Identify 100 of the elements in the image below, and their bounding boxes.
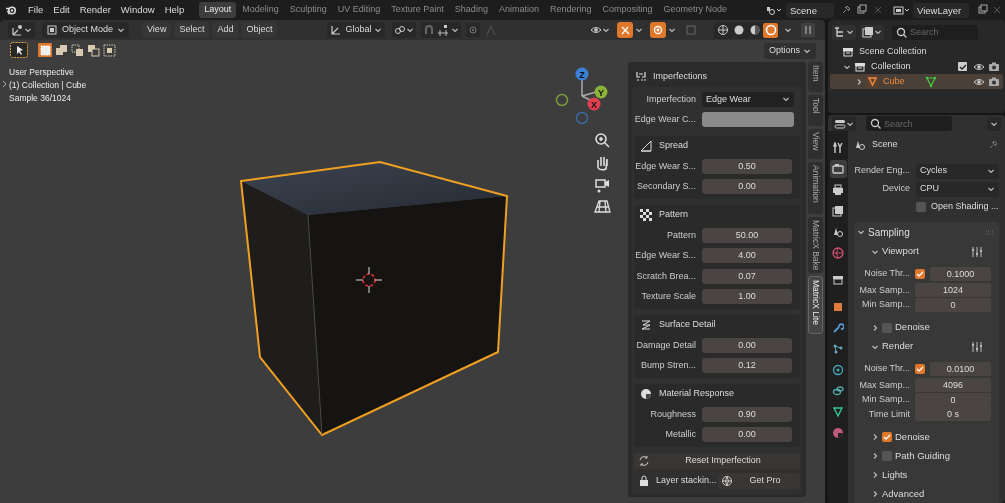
menu-button[interactable]: View [142, 22, 172, 38]
subpanel-header[interactable]: Advanced [857, 484, 995, 503]
number-field[interactable]: 0.07 [702, 268, 792, 284]
editor-type-button[interactable] [832, 116, 856, 131]
workspace-tab[interactable]: Texture Paint [386, 2, 449, 18]
checkbox[interactable] [882, 322, 892, 333]
number-field[interactable]: 1024 [915, 283, 991, 298]
sidebar-tab[interactable]: MatricX Lite [808, 276, 823, 334]
editor-type-button[interactable] [8, 22, 35, 38]
copy-icon[interactable] [856, 4, 868, 16]
view-layer-field[interactable]: ViewLayer [913, 2, 969, 18]
selection-mode-button[interactable] [102, 43, 116, 57]
workspace-tab[interactable]: Shading [449, 2, 493, 18]
menu-button[interactable]: Select [174, 22, 210, 38]
pivot-button[interactable] [392, 22, 417, 38]
overlays-toggle[interactable] [650, 22, 678, 38]
dropdown[interactable]: Edge Wear [702, 91, 794, 107]
outliner-item[interactable]: Scene Collection [830, 44, 1003, 59]
sidebar-tab[interactable]: Tool [808, 95, 823, 126]
gizmos-toggle[interactable] [617, 22, 645, 38]
subpanel-header[interactable]: Viewport [857, 242, 995, 261]
mode-dropdown[interactable]: Object Mode [42, 22, 130, 38]
number-field[interactable]: 0 s [915, 407, 991, 422]
subpanel-header[interactable]: Lights [857, 465, 995, 485]
view-layer-icon[interactable] [892, 4, 910, 16]
get-pro-button[interactable]: Get Pro [718, 473, 800, 489]
number-field[interactable]: 0.50 [702, 158, 792, 174]
number-field[interactable]: 0.00 [702, 427, 792, 443]
checkbox[interactable] [915, 363, 925, 374]
number-field[interactable]: 1.00 [702, 289, 792, 305]
rendered-shading-button[interactable] [763, 22, 778, 38]
workspace-tab[interactable]: UV Editing [332, 2, 386, 18]
workspace-tab[interactable]: Rendering [544, 2, 597, 18]
scene-field[interactable]: Scene [786, 2, 834, 18]
reset-button[interactable]: Reset Imperfection [634, 453, 800, 469]
workspace-tab[interactable]: Animation [493, 2, 544, 18]
checkbox[interactable] [882, 432, 892, 442]
number-field[interactable]: 0.00 [702, 179, 792, 195]
search-field[interactable]: Search [892, 24, 978, 40]
number-field[interactable]: 4096 [915, 378, 991, 393]
filter-button[interactable] [860, 24, 884, 40]
sidebar-tab[interactable]: Item [808, 62, 823, 92]
subpanel-header[interactable]: Denoise [857, 427, 995, 447]
presets-icon[interactable] [971, 340, 983, 353]
menu-button[interactable]: Object [241, 22, 278, 38]
display-mode-button[interactable] [832, 24, 856, 40]
orientation-dropdown[interactable]: Global [327, 22, 386, 38]
menu-button[interactable]: Add [212, 22, 239, 38]
number-field[interactable]: 4.00 [702, 248, 792, 264]
workspace-tab[interactable]: Modeling [237, 2, 284, 18]
scene-selector-icon[interactable] [764, 4, 782, 16]
select-tool-icon[interactable] [10, 42, 28, 58]
checkbox[interactable] [882, 451, 892, 461]
options-button[interactable]: Options [763, 43, 816, 59]
number-field[interactable]: 0.00 [702, 337, 792, 353]
camera-icon[interactable] [988, 60, 1000, 73]
workspace-tab[interactable]: Layout [199, 2, 237, 18]
color-swatch[interactable] [702, 112, 794, 128]
pin-icon[interactable] [987, 139, 999, 151]
menu-item[interactable]: Edit [48, 2, 75, 18]
workspace-tab[interactable]: Geometry Node [658, 2, 732, 18]
selection-mode-button[interactable] [70, 43, 84, 57]
subpanel-header[interactable]: Denoise [857, 318, 995, 337]
number-field[interactable]: 0.90 [702, 406, 792, 422]
pause-icon[interactable] [801, 23, 815, 37]
selection-mode-button[interactable] [38, 43, 52, 57]
number-field[interactable]: 0.0100 [930, 361, 991, 376]
logo-icon[interactable] [5, 4, 17, 16]
include-checkbox[interactable] [958, 62, 967, 71]
sidebar-tab[interactable]: View [808, 129, 823, 159]
world-tab[interactable] [829, 244, 847, 262]
search-field[interactable]: Search [866, 116, 952, 131]
zoom-icon[interactable] [592, 130, 612, 150]
wireframe-shading-button[interactable] [715, 22, 730, 38]
outliner-item[interactable]: Cube [830, 74, 1003, 89]
menu-item[interactable]: Render [74, 2, 116, 18]
proportional-edit-icon[interactable] [466, 23, 481, 37]
subpanel-header[interactable]: Render [857, 337, 995, 356]
render-tab[interactable] [829, 160, 847, 178]
number-field[interactable]: 0.1000 [930, 266, 991, 281]
number-field[interactable]: 0 [915, 297, 991, 312]
camera-icon[interactable] [988, 75, 1000, 88]
menu-item[interactable]: File [23, 2, 49, 18]
menu-item[interactable]: Help [159, 2, 190, 18]
menu-item[interactable]: Window [115, 2, 160, 18]
panel-header[interactable]: Sampling [857, 222, 995, 242]
dropdown[interactable]: CPU [916, 181, 999, 197]
subpanel-header[interactable]: Path Guiding [857, 446, 995, 466]
workspace-tab[interactable]: Compositing [597, 2, 658, 18]
number-field[interactable]: 50.00 [702, 227, 792, 243]
checkbox[interactable]: Open Shading ... [916, 200, 999, 214]
workspace-tab[interactable]: Sculpting [284, 2, 332, 18]
selection-mode-button[interactable] [54, 43, 68, 57]
copy-icon[interactable] [977, 4, 989, 16]
presets-icon[interactable] [971, 245, 983, 258]
selection-mode-button[interactable] [86, 43, 100, 57]
number-field[interactable]: 0 [915, 392, 991, 407]
navigation-gizmo[interactable]: Z Y X [555, 67, 608, 125]
outliner-item[interactable]: Collection [830, 59, 1003, 74]
sidebar-tab[interactable]: MatricX Bake [808, 217, 823, 273]
